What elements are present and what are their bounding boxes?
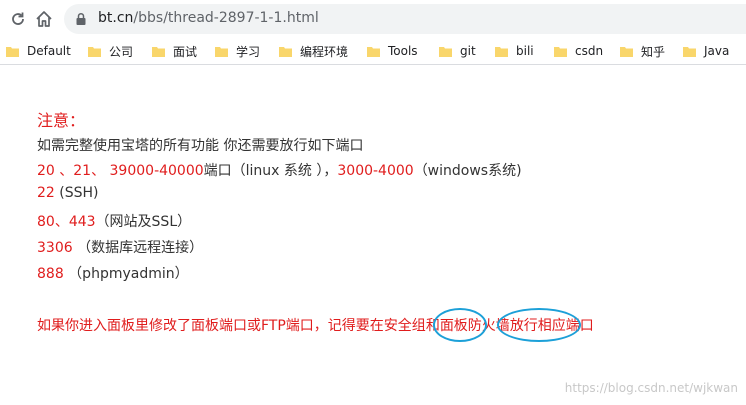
- bookmark-label: 面试: [173, 44, 198, 59]
- pma-line: 888 （phpmyadmin）: [37, 263, 189, 283]
- post-title: 注意：: [37, 111, 86, 130]
- bookmark-csdn[interactable]: csdn: [554, 42, 603, 60]
- bookmark-label: Java: [704, 44, 730, 58]
- bookmarks-bar: Default 公司 面试 学习 编程环境 Tools git bili csd…: [0, 38, 746, 65]
- ssh-port: 22: [37, 185, 55, 201]
- pma-port: 888: [37, 266, 64, 282]
- db-line: 3306 （数据库远程连接）: [37, 237, 203, 257]
- pma-desc: （phpmyadmin）: [63, 266, 189, 282]
- folder-icon: [554, 46, 567, 57]
- lock-icon: [76, 12, 86, 25]
- security-group-text: 安全组: [383, 318, 426, 334]
- folder-icon: [215, 46, 228, 57]
- ssh-line: 22 (SSH): [37, 185, 99, 201]
- annotation-circle-panel-firewall: [497, 308, 581, 342]
- bookmark-java[interactable]: Java: [683, 42, 729, 60]
- bookmark-label: git: [460, 44, 476, 58]
- address-bar[interactable]: bt.cn/bbs/thread-2897-1-1.html: [64, 4, 746, 34]
- folder-icon: [683, 46, 696, 57]
- folder-icon: [495, 46, 508, 57]
- bookmark-label: 学习: [236, 44, 261, 59]
- linux-label: 端口（linux 系统 ），: [203, 163, 338, 179]
- url-host: bt.cn: [98, 10, 134, 26]
- annotation-circle-security-group: [433, 308, 487, 342]
- folder-icon: [620, 46, 633, 57]
- browser-toolbar: bt.cn/bbs/thread-2897-1-1.html: [0, 0, 746, 38]
- bookmark-tools[interactable]: Tools: [367, 42, 418, 60]
- bookmark-label: 知乎: [641, 44, 666, 59]
- windows-ports: 3000-4000: [337, 163, 414, 179]
- folder-icon: [279, 46, 292, 57]
- bookmark-dev-env[interactable]: 编程环境: [279, 42, 348, 60]
- bookmark-label: Tools: [388, 44, 418, 58]
- bookmark-label: 公司: [109, 44, 134, 59]
- bookmark-zhihu[interactable]: 知乎: [620, 42, 665, 60]
- web-line: 80、443（网站及SSL）: [37, 211, 191, 231]
- ssh-desc: (SSH): [54, 185, 99, 201]
- bookmark-study[interactable]: 学习: [215, 42, 260, 60]
- watermark: https://blog.csdn.net/wjkwan: [564, 381, 738, 395]
- bookmark-default[interactable]: Default: [6, 42, 71, 60]
- reload-button[interactable]: [8, 9, 28, 29]
- bookmark-label: csdn: [575, 44, 604, 58]
- url-text: bt.cn/bbs/thread-2897-1-1.html: [98, 10, 319, 26]
- post-content: 注意： 如需完整使用宝塔的所有功能 你还需要放行如下端口 20 、21、 390…: [0, 65, 746, 405]
- home-button[interactable]: [34, 9, 54, 29]
- web-desc: （网站及SSL）: [95, 214, 192, 230]
- folder-icon: [88, 46, 101, 57]
- ports-line: 20 、21、 39000-40000端口（linux 系统 ），3000-40…: [37, 160, 522, 180]
- bookmark-label: Default: [27, 44, 71, 58]
- intro-text: 如需完整使用宝塔的所有功能 你还需要放行如下端口: [37, 138, 364, 154]
- folder-icon: [152, 46, 165, 57]
- windows-label: （windows系统): [413, 163, 522, 179]
- bookmark-interview[interactable]: 面试: [152, 42, 197, 60]
- home-icon: [36, 11, 52, 27]
- bookmark-bili[interactable]: bili: [495, 42, 534, 60]
- folder-icon: [6, 46, 19, 57]
- web-ports: 80、443: [37, 214, 96, 230]
- folder-icon: [439, 46, 452, 57]
- db-desc: （数据库远程连接）: [72, 240, 204, 256]
- folder-icon: [367, 46, 380, 57]
- url-path: /bbs/thread-2897-1-1.html: [133, 10, 319, 26]
- note-part1: 如果你进入面板里修改了面板端口或FTP端口，记得要在: [37, 318, 384, 334]
- bookmark-label: bili: [516, 44, 534, 58]
- db-port: 3306: [37, 240, 73, 256]
- bookmark-company[interactable]: 公司: [88, 42, 133, 60]
- reload-icon: [12, 12, 24, 25]
- bookmark-git[interactable]: git: [439, 42, 476, 60]
- bookmark-label: 编程环境: [300, 44, 349, 59]
- linux-ports: 20 、21、 39000-40000: [37, 163, 204, 179]
